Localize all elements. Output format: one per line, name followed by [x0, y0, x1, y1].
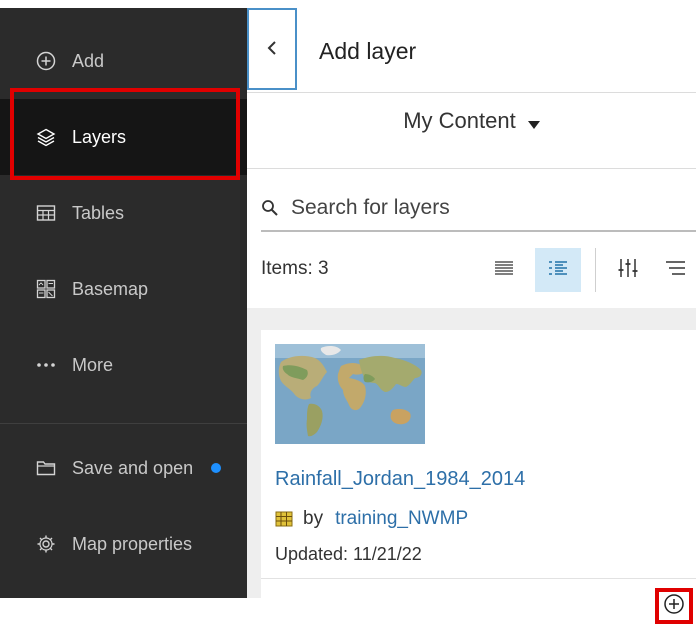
sidebar-item-label: Add — [72, 50, 105, 71]
updated-date: Updated: 11/21/22 — [275, 544, 422, 564]
sidebar-item-label: Map properties — [72, 533, 193, 554]
detail-list-view-button[interactable] — [535, 248, 581, 292]
panel-title: Add layer — [319, 38, 417, 64]
top-edge — [0, 0, 696, 8]
back-button[interactable] — [247, 8, 297, 90]
layer-card: Rainfall_Jordan_1984_2014 by training_NW… — [261, 330, 696, 624]
search-input[interactable] — [289, 195, 673, 221]
owner-row: by training_NWMP — [275, 508, 468, 530]
sidebar-item-label: More — [72, 354, 114, 375]
source-divider — [247, 168, 696, 169]
sidebar-divider — [0, 423, 247, 424]
gear-icon — [36, 534, 56, 554]
list-view-button[interactable] — [481, 248, 527, 292]
results-area: Rainfall_Jordan_1984_2014 by training_NW… — [247, 308, 696, 624]
search-icon — [261, 199, 279, 217]
plus-circle-icon — [36, 51, 56, 71]
layers-highlight-box — [10, 88, 240, 180]
detail-list-icon — [548, 259, 568, 282]
filter-icon — [617, 258, 639, 283]
search-box — [261, 186, 696, 232]
owner-link[interactable]: training_NWMP — [335, 508, 468, 530]
sidebar-item-label: Basemap — [72, 278, 149, 299]
toolbar-separator — [595, 248, 596, 292]
folder-icon — [36, 458, 56, 478]
sidebar-item-basemap[interactable]: Basemap — [0, 251, 247, 327]
basemap-icon — [36, 279, 56, 299]
results-toolbar: Items: 3 — [247, 234, 696, 308]
content-source-label: My Content — [403, 108, 516, 133]
sort-button[interactable] — [657, 248, 696, 292]
card-divider — [261, 578, 696, 579]
sidebar-item-more[interactable]: More — [0, 327, 247, 403]
layer-thumbnail[interactable] — [275, 344, 425, 444]
items-count: Items: 3 — [261, 258, 329, 279]
by-label: by — [303, 508, 324, 529]
sidebar-item-label: Save and open — [72, 457, 194, 478]
unsaved-indicator-dot — [211, 463, 222, 473]
chevron-left-icon — [266, 36, 278, 62]
caret-down-icon — [527, 109, 540, 135]
list-icon — [494, 259, 514, 282]
table-icon — [36, 203, 56, 223]
plus-circle-icon — [663, 593, 685, 620]
header-divider — [247, 92, 696, 93]
layer-title-link[interactable]: Rainfall_Jordan_1984_2014 — [275, 468, 525, 491]
add-layer-panel: Add layer My Content Items: 3 — [247, 8, 696, 624]
sidebar-item-label: Tables — [72, 202, 125, 223]
filter-button[interactable] — [605, 248, 651, 292]
more-icon — [36, 355, 56, 375]
content-source-dropdown[interactable]: My Content — [247, 108, 696, 135]
sort-icon — [665, 259, 685, 282]
sidebar-item-save-and-open[interactable]: Save and open — [0, 430, 247, 506]
feature-layer-icon — [275, 510, 293, 528]
sidebar-item-map-properties[interactable]: Map properties — [0, 506, 247, 582]
add-layer-button[interactable] — [655, 588, 693, 624]
sidebar-item-tables[interactable]: Tables — [0, 175, 247, 251]
